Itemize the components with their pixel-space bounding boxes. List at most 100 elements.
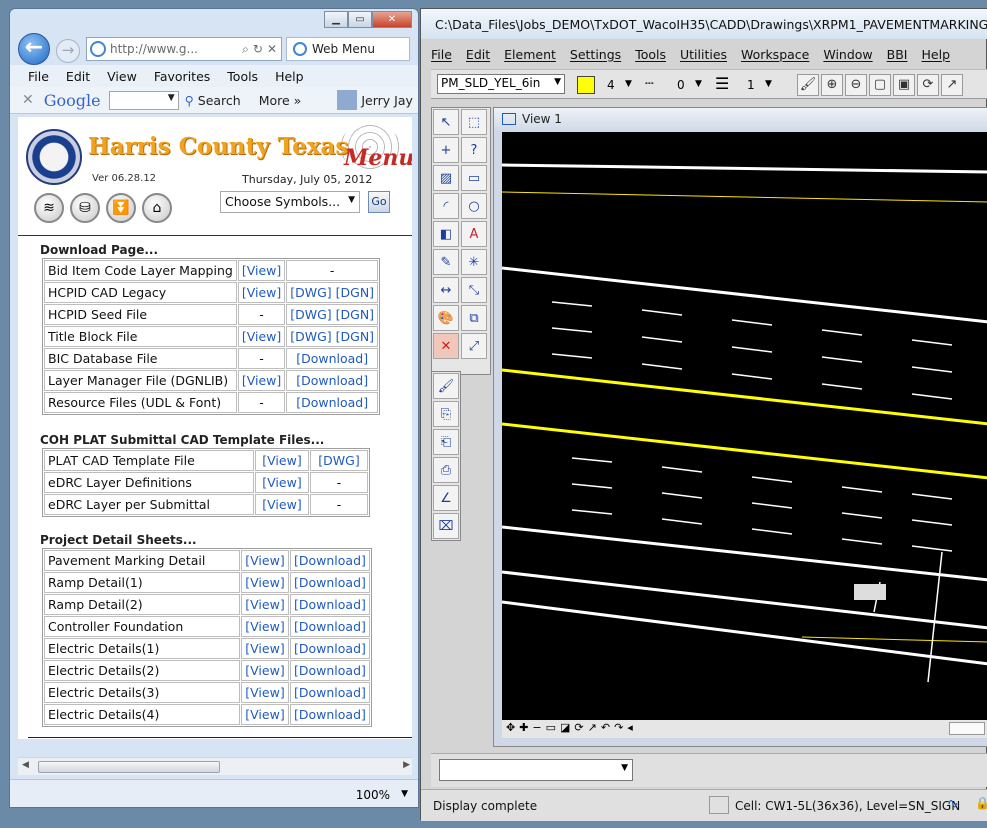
google-more-button[interactable]: More »	[259, 93, 302, 108]
download-link[interactable]: [Download]	[290, 550, 370, 571]
line-style-icon[interactable]: ┄	[645, 76, 653, 92]
cad-menu-bbi[interactable]: BBI	[887, 47, 908, 62]
style-value[interactable]: 0	[677, 78, 685, 92]
menu-item-edit[interactable]: Edit	[66, 69, 90, 84]
go-button[interactable]: Go	[368, 191, 390, 213]
google-search-button[interactable]: Search	[198, 93, 241, 108]
palette-icon[interactable]: 🎨	[433, 305, 459, 331]
view-controls-icon[interactable]: ✥✚−▭◪⟳↗↶↷◂	[506, 721, 637, 734]
view-link[interactable]: [View]	[241, 660, 289, 681]
download-link[interactable]: [DWG] [DGN]	[286, 282, 379, 303]
cad-menu-help[interactable]: Help	[922, 47, 951, 62]
measure-icon[interactable]: ✎	[433, 249, 459, 275]
download-link[interactable]: [DWG] [DGN]	[286, 304, 379, 325]
view-link[interactable]: [View]	[241, 594, 289, 615]
download-link[interactable]: [Download]	[290, 572, 370, 593]
tab-web-menu[interactable]: Web Menu	[286, 37, 410, 61]
download-link[interactable]: [DWG]	[310, 450, 368, 471]
minimize-button[interactable]: ▁	[324, 11, 348, 28]
search-icon[interactable]: ⌕	[242, 42, 249, 57]
accudraw-icon[interactable]: ∿	[947, 796, 959, 812]
menu-item-view[interactable]: View	[107, 69, 137, 84]
view-link[interactable]: [View]	[255, 450, 309, 471]
menu-item-favorites[interactable]: Favorites	[154, 69, 210, 84]
layers-icon[interactable]: ≋	[34, 193, 64, 223]
manipulate-icon[interactable]: ⧉	[461, 305, 487, 331]
arc-icon[interactable]: ◜	[433, 193, 459, 219]
brush-icon[interactable]: 🖌	[797, 74, 819, 96]
download-link[interactable]: [Download]	[290, 682, 370, 703]
download-link[interactable]: [Download]	[290, 616, 370, 637]
symbols-select[interactable]: Choose Symbols... ▼	[220, 191, 360, 213]
cad-menu-workspace[interactable]: Workspace	[741, 47, 809, 62]
zoom-level[interactable]: 100%	[356, 788, 390, 802]
key-in-combo[interactable]: ▼	[439, 759, 633, 781]
menu-item-file[interactable]: File	[28, 69, 49, 84]
level-select[interactable]: PM_SLD_YEL_6in ▼	[437, 74, 565, 94]
cad-menu-tools[interactable]: Tools	[635, 47, 666, 62]
line-weight-icon[interactable]: ☰	[715, 74, 729, 93]
menu-item-tools[interactable]: Tools	[227, 69, 258, 84]
horizontal-scrollbar[interactable]: ◀ ▶	[18, 757, 412, 775]
view-link[interactable]: [View]	[241, 616, 289, 637]
close-button[interactable]: ✕	[372, 11, 412, 28]
download-link[interactable]: [Download]	[286, 348, 379, 369]
stop-icon[interactable]: ✕	[267, 42, 277, 56]
cad-menu-settings[interactable]: Settings	[570, 47, 621, 62]
cad-menu-edit[interactable]: Edit	[466, 47, 490, 62]
color-value[interactable]: 4	[607, 78, 615, 92]
maximize-button[interactable]: ▭	[348, 11, 372, 28]
download-icon[interactable]: ⏬	[106, 193, 136, 223]
view-link[interactable]: [View]	[237, 326, 286, 347]
view-link[interactable]: [View]	[241, 682, 289, 703]
cad-menu-element[interactable]: Element	[504, 47, 556, 62]
cell-icon[interactable]: ◧	[433, 221, 459, 247]
rotate-view-icon[interactable]: ⟳	[917, 74, 939, 96]
user-avatar-icon[interactable]	[337, 90, 358, 110]
cad-menu-window[interactable]: Window	[823, 47, 872, 62]
dimension-2-icon[interactable]: ⤡	[461, 277, 487, 303]
doc-2-icon[interactable]: ⎗	[433, 429, 459, 455]
doc-3-icon[interactable]: ⎙	[433, 457, 459, 483]
fit-view-icon[interactable]: ▣	[893, 74, 915, 96]
view-link[interactable]: [View]	[255, 472, 309, 493]
google-search-input[interactable]: ▼	[108, 90, 179, 110]
color-dropdown-icon[interactable]: ▼	[625, 79, 632, 89]
close-toolbar-icon[interactable]: ✕	[22, 92, 34, 108]
select-icon[interactable]: ↖	[433, 109, 459, 135]
hatch-icon[interactable]: ▨	[433, 165, 459, 191]
view-link[interactable]: [View]	[241, 638, 289, 659]
back-button[interactable]: ←	[18, 33, 50, 65]
pan-icon[interactable]: ↗	[941, 74, 963, 96]
dimension-icon[interactable]: ↔	[433, 277, 459, 303]
cad-menu-file[interactable]: File	[431, 47, 452, 62]
snap-icon[interactable]: +	[433, 137, 459, 163]
sparkle-icon[interactable]: ✳	[461, 249, 487, 275]
fence-icon[interactable]: ⬚	[461, 109, 487, 135]
color-swatch[interactable]	[577, 76, 595, 94]
cad-menu-utilities[interactable]: Utilities	[680, 47, 727, 62]
download-link[interactable]: [Download]	[290, 638, 370, 659]
user-name[interactable]: Jerry Jay	[361, 93, 413, 108]
view-link[interactable]: [View]	[241, 572, 289, 593]
zoom-out-icon[interactable]: ⊖	[845, 74, 867, 96]
search-icon[interactable]: ⚲	[185, 93, 194, 108]
zoom-in-icon[interactable]: ⊕	[821, 74, 843, 96]
window-area-icon[interactable]: ▢	[869, 74, 891, 96]
drawing-canvas[interactable]	[501, 132, 987, 720]
weight-dropdown-icon[interactable]: ▼	[765, 79, 772, 89]
menu-item-help[interactable]: Help	[275, 69, 304, 84]
forward-button[interactable]: →	[56, 39, 80, 63]
view-link[interactable]: [View]	[241, 550, 289, 571]
refresh-icon[interactable]: ↻	[253, 42, 263, 56]
download-link[interactable]: [Download]	[290, 594, 370, 615]
address-bar[interactable]: http://www.g... ⌕ ↻ ✕	[86, 37, 282, 61]
download-link[interactable]: [Download]	[290, 660, 370, 681]
scroll-thumb[interactable]	[38, 761, 220, 773]
home-icon[interactable]: ⌂	[142, 193, 172, 223]
style-dropdown-icon[interactable]: ▼	[695, 79, 702, 89]
view-link[interactable]: [View]	[237, 282, 286, 303]
view-link[interactable]: [View]	[241, 704, 289, 725]
delete-icon[interactable]: ✕	[433, 333, 459, 359]
view-link[interactable]: [View]	[237, 370, 286, 391]
